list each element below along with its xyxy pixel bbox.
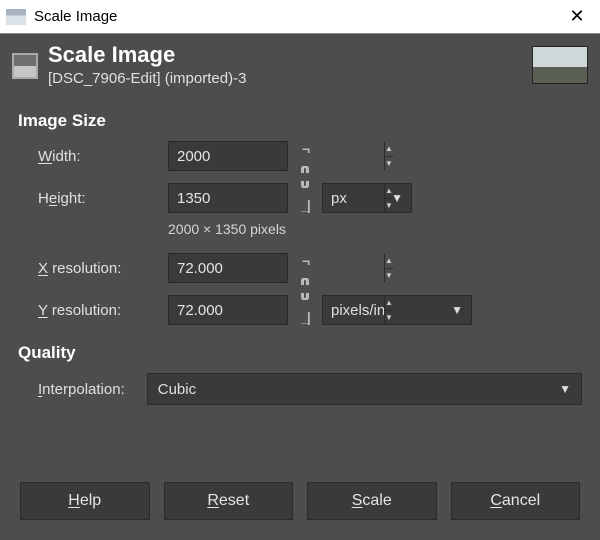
reset-button[interactable]: Reset (164, 482, 294, 520)
pixel-dimensions-note: 2000 × 1350 pixels (168, 221, 502, 237)
width-label: Width: (38, 148, 168, 165)
width-input-field[interactable] (169, 142, 384, 170)
close-button[interactable]: ✕ (554, 0, 600, 34)
width-spin-up[interactable]: ▲ (385, 142, 393, 157)
width-input[interactable]: ▲▼ (168, 141, 288, 171)
image-thumbnail (532, 46, 588, 84)
interpolation-label: Interpolation: (38, 381, 125, 398)
x-resolution-input[interactable]: ▲▼ (168, 253, 288, 283)
dialog-subtitle: [DSC_7906-Edit] (imported)-3 (48, 70, 532, 87)
app-icon (6, 9, 26, 25)
width-spin-down[interactable]: ▼ (385, 157, 393, 171)
quality-section-title: Quality (18, 343, 582, 363)
chevron-down-icon: ▼ (451, 303, 463, 317)
resolution-fields: X resolution: ▲▼ ¬ _| pixels/in ▼ Y reso… (38, 253, 582, 325)
scale-image-icon (12, 53, 38, 79)
chevron-down-icon: ▼ (559, 382, 571, 396)
y-resolution-input[interactable]: ▲▼ (168, 295, 288, 325)
image-size-section-title: Image Size (18, 111, 582, 131)
xres-spin-up[interactable]: ▲ (385, 254, 393, 269)
titlebar: Scale Image ✕ (0, 0, 600, 34)
height-spin-down[interactable]: ▼ (385, 199, 393, 213)
chain-bracket-top-icon: ¬ (302, 253, 308, 269)
button-bar: Help Reset Scale Cancel (0, 482, 600, 520)
cancel-button[interactable]: Cancel (451, 482, 581, 520)
x-resolution-label: X resolution: (38, 260, 168, 277)
height-label: Height: (38, 190, 168, 207)
window-title: Scale Image (34, 8, 554, 25)
xres-spin-down[interactable]: ▼ (385, 269, 393, 283)
dialog-title: Scale Image (48, 42, 532, 68)
dialog-header: Scale Image [DSC_7906-Edit] (imported)-3 (0, 34, 600, 93)
scale-button[interactable]: Scale (307, 482, 437, 520)
chain-bracket-top-icon: ¬ (302, 141, 308, 157)
interpolation-value: Cubic (158, 381, 196, 398)
yres-spin-down[interactable]: ▼ (385, 311, 393, 325)
dimension-fields: Width: ▲▼ ¬ _| px ▼ Height: ▲▼ 2000 × 13… (38, 141, 582, 237)
height-input-field[interactable] (169, 184, 384, 212)
interpolation-select[interactable]: Cubic ▼ (147, 373, 582, 405)
y-resolution-field[interactable] (169, 296, 384, 324)
height-spin-up[interactable]: ▲ (385, 184, 393, 199)
x-resolution-field[interactable] (169, 254, 384, 282)
yres-spin-up[interactable]: ▲ (385, 296, 393, 311)
help-button[interactable]: Help (20, 482, 150, 520)
height-input[interactable]: ▲▼ (168, 183, 288, 213)
y-resolution-label: Y resolution: (38, 302, 168, 319)
